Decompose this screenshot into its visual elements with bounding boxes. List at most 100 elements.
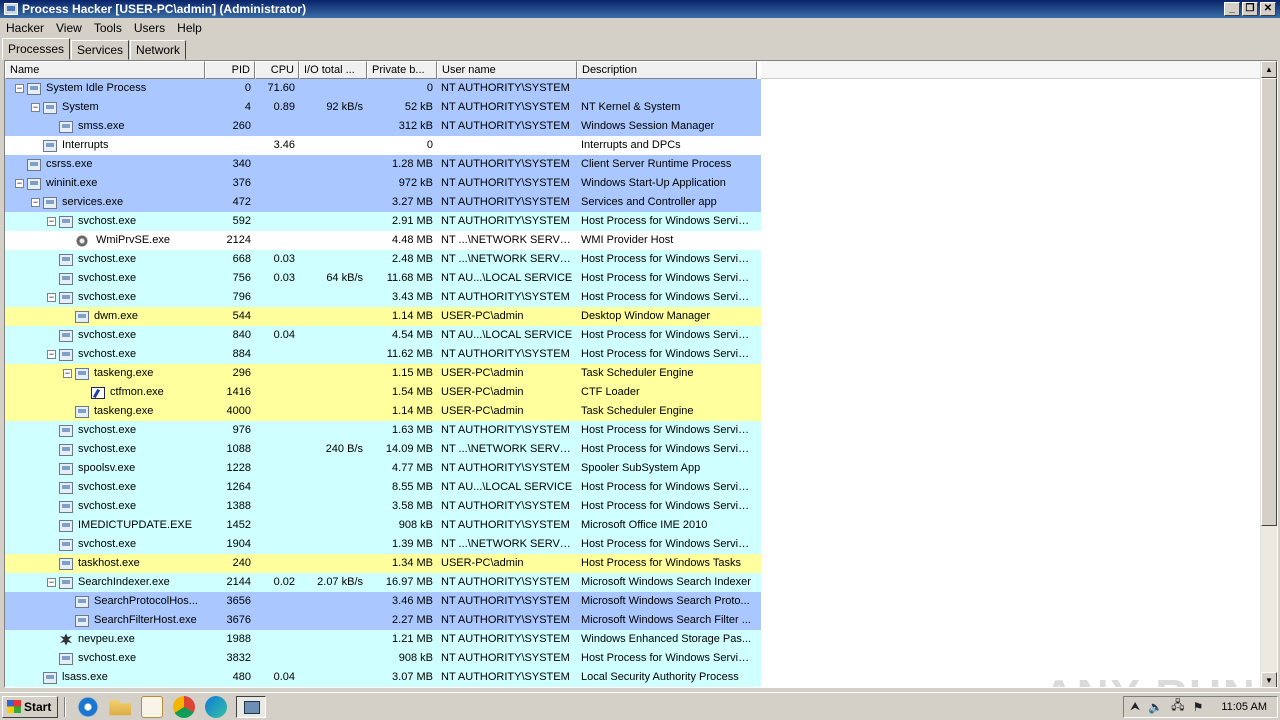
process-row[interactable]: SearchFilterHost.exe 3676 2.27 MB NT AUTHOR… bbox=[5, 611, 761, 630]
process-row[interactable]: SearchProtocolHos... 3656 3.46 MB NT AUTHOR… bbox=[5, 592, 761, 611]
process-row[interactable]: svchost.exe 756 0.03 64 kB/s 11.68 MB NT AU..… bbox=[5, 269, 761, 288]
menu-view[interactable]: View bbox=[50, 21, 88, 35]
tray-arrow-icon[interactable]: ⮝ bbox=[1130, 699, 1140, 714]
process-row[interactable]: − taskeng.exe 296 1.15 MB USER-PC\admin Task … bbox=[5, 364, 761, 383]
process-name-cell: WmiPrvSE.exe bbox=[5, 231, 205, 250]
media-player-icon[interactable] bbox=[141, 695, 164, 718]
process-row[interactable]: svchost.exe 1904 1.39 MB NT ...\NETWORK SER… bbox=[5, 535, 761, 554]
close-button[interactable]: ✕ bbox=[1260, 2, 1276, 16]
clock[interactable]: 11:05 AM bbox=[1211, 701, 1271, 713]
scroll-up-icon[interactable]: ▲ bbox=[1261, 61, 1277, 78]
column-header-cpu[interactable]: CPU bbox=[255, 61, 299, 79]
start-button[interactable]: Start bbox=[2, 695, 59, 718]
process-row[interactable]: svchost.exe 1388 3.58 MB NT AUTHORITY\SYSTE… bbox=[5, 497, 761, 516]
collapse-toggle-icon[interactable]: − bbox=[31, 198, 40, 207]
process-row[interactable]: dwm.exe 544 1.14 MB USER-PC\admin Desktop Wi… bbox=[5, 307, 761, 326]
vertical-scrollbar[interactable]: ▲ ▼ bbox=[1260, 61, 1277, 687]
collapse-toggle-icon[interactable]: − bbox=[31, 103, 40, 112]
process-window-icon bbox=[59, 481, 73, 494]
column-header-io-total[interactable]: I/O total ... bbox=[299, 61, 367, 79]
menu-tools[interactable]: Tools bbox=[88, 21, 128, 35]
process-row[interactable]: spoolsv.exe 1228 4.77 MB NT AUTHORITY\SYSTE… bbox=[5, 459, 761, 478]
process-row[interactable]: svchost.exe 1088 240 B/s 14.09 MB NT ...\NET… bbox=[5, 440, 761, 459]
process-row[interactable]: − svchost.exe 592 2.91 MB NT AUTHORITY\SYSTE… bbox=[5, 212, 761, 231]
process-row[interactable]: svchost.exe 976 1.63 MB NT AUTHORITY\SYSTEM… bbox=[5, 421, 761, 440]
process-description: WMI Provider Host bbox=[581, 234, 674, 246]
process-name-cell: IMEDICTUPDATE.EXE bbox=[5, 516, 205, 535]
process-pid: 1388 bbox=[226, 500, 251, 512]
process-row[interactable]: svchost.exe 1264 8.55 MB NT AU...\LOCAL SER… bbox=[5, 478, 761, 497]
process-description: Host Process for Windows Services bbox=[581, 329, 756, 341]
process-pid: 1264 bbox=[226, 481, 251, 493]
collapse-toggle-icon[interactable]: − bbox=[15, 179, 24, 188]
process-row[interactable]: − System Idle Process 0 71.60 0 NT AUTHORITY\… bbox=[5, 79, 761, 98]
process-name: svchost.exe bbox=[78, 500, 137, 512]
process-io-total bbox=[299, 383, 367, 402]
menu-users[interactable]: Users bbox=[128, 21, 171, 35]
process-window-icon bbox=[59, 557, 73, 570]
process-row[interactable]: lsass.exe 480 0.04 3.07 MB NT AUTHORITY\SYST… bbox=[5, 668, 761, 687]
process-io-total: 64 kB/s bbox=[326, 272, 363, 284]
collapse-toggle-icon[interactable]: − bbox=[47, 350, 56, 359]
minimize-button[interactable]: _ bbox=[1224, 2, 1240, 16]
process-row[interactable]: − services.exe 472 3.27 MB NT AUTHORITY\SYST… bbox=[5, 193, 761, 212]
tab-network[interactable]: Network bbox=[130, 40, 187, 60]
process-pid: 840 bbox=[232, 329, 251, 341]
process-row[interactable]: Interrupts 3.46 0 Interrupts and DPCs bbox=[5, 136, 761, 155]
process-name: svchost.exe bbox=[78, 253, 137, 265]
process-row[interactable]: svchost.exe 3832 908 kB NT AUTHORITY\SYSTEM… bbox=[5, 649, 761, 668]
process-private-bytes: 2.27 MB bbox=[392, 614, 433, 626]
process-row[interactable]: taskhost.exe 240 1.34 MB USER-PC\admin Host … bbox=[5, 554, 761, 573]
process-row[interactable]: − svchost.exe 796 3.43 MB NT AUTHORITY\SYSTE… bbox=[5, 288, 761, 307]
process-row[interactable]: WmiPrvSE.exe 2124 4.48 MB NT ...\NETWORK SE… bbox=[5, 231, 761, 250]
process-pid: 3676 bbox=[226, 614, 251, 626]
process-row[interactable]: − SearchIndexer.exe 2144 0.02 2.07 kB/s 16.97… bbox=[5, 573, 761, 592]
flag-icon[interactable]: ⚑ bbox=[1193, 700, 1204, 714]
process-row[interactable]: taskeng.exe 4000 1.14 MB USER-PC\admin Task … bbox=[5, 402, 761, 421]
process-row[interactable]: ctfmon.exe 1416 1.54 MB USER-PC\admin CTF Lo… bbox=[5, 383, 761, 402]
scroll-down-icon[interactable]: ▼ bbox=[1261, 672, 1277, 687]
process-description: Services and Controller app bbox=[581, 196, 717, 208]
process-window-icon bbox=[59, 253, 73, 266]
process-hacker-taskbar-button[interactable] bbox=[236, 695, 267, 718]
process-private-bytes: 4.77 MB bbox=[392, 462, 433, 474]
restore-button[interactable]: ❐ bbox=[1242, 2, 1258, 16]
process-name-cell: taskhost.exe bbox=[5, 554, 205, 573]
process-row[interactable]: svchost.exe 840 0.04 4.54 MB NT AU...\LOCAL … bbox=[5, 326, 761, 345]
menu-hacker[interactable]: Hacker bbox=[0, 21, 50, 35]
collapse-toggle-icon[interactable]: − bbox=[63, 369, 72, 378]
process-row[interactable]: csrss.exe 340 1.28 MB NT AUTHORITY\SYSTEM Cl… bbox=[5, 155, 761, 174]
column-header-name[interactable]: Name bbox=[5, 61, 205, 79]
process-name: nevpeu.exe bbox=[78, 633, 135, 645]
volume-icon[interactable]: 🔈 bbox=[1148, 700, 1163, 714]
collapse-toggle-icon[interactable]: − bbox=[15, 84, 24, 93]
process-row[interactable]: nevpeu.exe 1988 1.21 MB NT AUTHORITY\SYSTEM… bbox=[5, 630, 761, 649]
column-header-user-name[interactable]: User name bbox=[437, 61, 577, 79]
process-row[interactable]: svchost.exe 668 0.03 2.48 MB NT ...\NETWORK … bbox=[5, 250, 761, 269]
collapse-toggle-icon[interactable]: − bbox=[47, 293, 56, 302]
process-description: Microsoft Windows Search Proto... bbox=[581, 595, 750, 607]
column-header-pid[interactable]: PID bbox=[205, 61, 255, 79]
internet-explorer-icon[interactable] bbox=[77, 695, 100, 718]
process-row[interactable]: − wininit.exe 376 972 kB NT AUTHORITY\SYSTEM… bbox=[5, 174, 761, 193]
process-row[interactable]: IMEDICTUPDATE.EXE 1452 908 kB NT AUTHORITY\… bbox=[5, 516, 761, 535]
scroll-thumb[interactable] bbox=[1261, 78, 1277, 526]
process-io-total bbox=[299, 250, 367, 269]
tab-services[interactable]: Services bbox=[71, 40, 130, 60]
chrome-icon[interactable] bbox=[173, 695, 196, 718]
menu-help[interactable]: Help bbox=[171, 21, 208, 35]
network-icon[interactable]: 🖧 bbox=[1171, 696, 1184, 717]
process-row[interactable]: − System 4 0.89 92 kB/s 52 kB NT AUTHORITY\SYS… bbox=[5, 98, 761, 117]
column-header-description[interactable]: Description bbox=[577, 61, 757, 79]
file-explorer-icon[interactable] bbox=[109, 699, 132, 716]
process-user-name: NT AUTHORITY\SYSTEM bbox=[441, 120, 570, 132]
process-pid: 4 bbox=[244, 101, 251, 113]
start-label: Start bbox=[24, 699, 52, 714]
process-row[interactable]: − svchost.exe 884 11.62 MB NT AUTHORITY\SYST… bbox=[5, 345, 761, 364]
collapse-toggle-icon[interactable]: − bbox=[47, 578, 56, 587]
tab-processes[interactable]: Processes bbox=[2, 38, 71, 60]
collapse-toggle-icon[interactable]: − bbox=[47, 217, 56, 226]
edge-icon[interactable] bbox=[205, 695, 228, 718]
column-header-private-bytes[interactable]: Private b... bbox=[367, 61, 437, 79]
process-row[interactable]: smss.exe 260 312 kB NT AUTHORITY\SYSTEM Wind… bbox=[5, 117, 761, 136]
